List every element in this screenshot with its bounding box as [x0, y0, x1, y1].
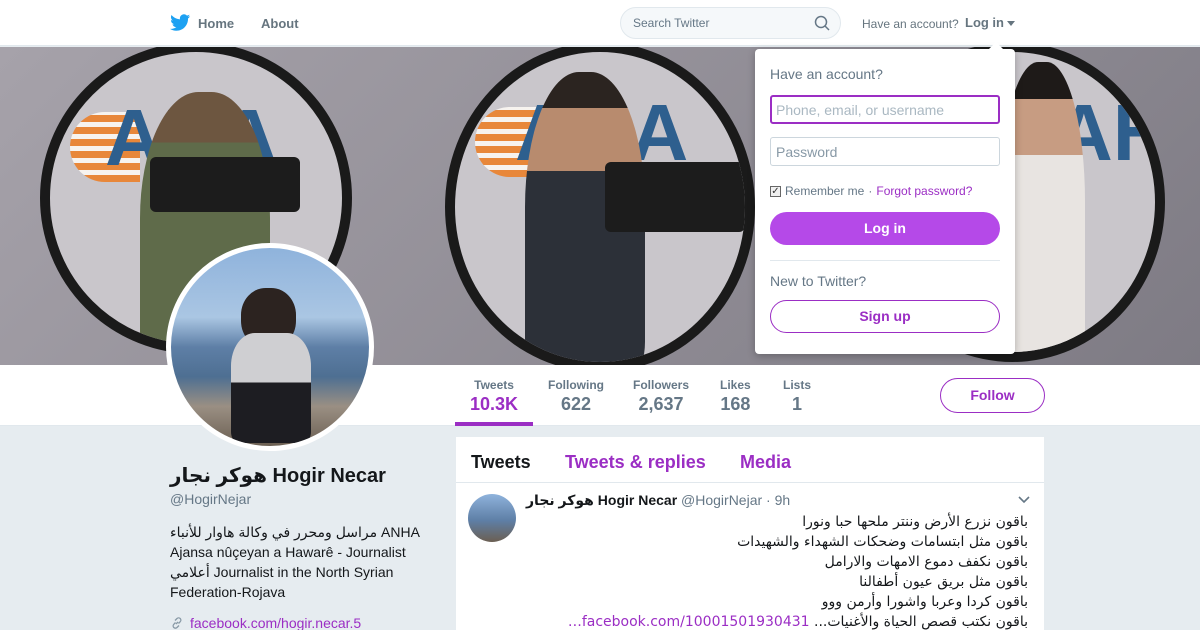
new-to-twitter-text: New to Twitter? — [770, 273, 867, 289]
search-icon[interactable] — [814, 15, 830, 31]
stat-tweets-label: Tweets — [474, 378, 514, 392]
profile-handle: @HogirNejar — [170, 491, 252, 507]
stat-lists-value: 1 — [792, 394, 803, 414]
login-dropdown-toggle[interactable]: Log in — [965, 15, 1015, 30]
have-account-text: Have an account? — [862, 17, 959, 31]
tweet-text-line: باقون مثل ابتسامات وضحكات الشهداء والشهي… — [737, 534, 1028, 550]
profile-name: هوكر نجار Hogir Necar — [170, 465, 386, 487]
timeline-panel: Tweets Tweets & replies Media هوكر نجار … — [456, 437, 1044, 630]
caret-down-icon — [1007, 21, 1015, 26]
tab-media[interactable]: Media — [740, 452, 791, 473]
nav-home-link[interactable]: Home — [170, 14, 234, 32]
login-button[interactable]: Log in — [770, 212, 1000, 245]
nav-home-label: Home — [198, 15, 235, 31]
password-input[interactable]: Password — [770, 137, 1000, 166]
tweet-text-line: باقون نزرع الأرض وننتر ملحها حبا ونورا — [802, 514, 1028, 530]
stat-lists-label: Lists — [783, 378, 812, 392]
login-dropdown: Have an account? Phone, email, or userna… — [755, 42, 1015, 354]
stat-tweets-value: 10.3K — [470, 394, 519, 414]
tweet-text: باقون نزرع الأرض وننتر ملحها حبا ونورا ب… — [526, 512, 1028, 630]
stat-likes-label: Likes — [720, 378, 751, 392]
top-navigation-bar: Home About Search Twitter Have an accoun… — [0, 0, 1200, 46]
stat-followers-label: Followers — [633, 378, 690, 392]
tweet-text-line: باقون كردا وعربا واشورا وأرمن ووو — [821, 594, 1028, 610]
active-stat-underline — [455, 422, 533, 426]
stat-tweets[interactable]: Tweets 10.3K — [470, 378, 518, 415]
tweet-link[interactable]: facebook.com/10001501930431… — [568, 614, 810, 630]
remember-me-label[interactable]: Remember me — [785, 184, 864, 198]
search-placeholder: Search Twitter — [633, 16, 710, 30]
timeline-tabs: Tweets Tweets & replies Media — [456, 437, 1044, 483]
banner-portrait-center: AHA — [445, 47, 755, 365]
video-camera-left — [150, 157, 300, 212]
tweet-text-line-last: باقون نكتب قصص الحياة والأغنيات... faceb… — [526, 612, 1028, 630]
stat-followers[interactable]: Followers 2,637 — [633, 378, 689, 415]
tweet-text-line: باقون نكفف دموع الامهات والارامل — [824, 554, 1028, 570]
tweet-author-name[interactable]: هوكر نجار Hogir Necar — [526, 492, 677, 508]
follow-button[interactable]: Follow — [940, 378, 1045, 413]
username-input[interactable]: Phone, email, or username — [770, 95, 1000, 124]
profile-avatar[interactable] — [166, 243, 374, 451]
profile-website-url: facebook.com/hogir.necar.5 — [190, 615, 362, 630]
tweet-text-line: باقون نكتب قصص الحياة والأغنيات... — [814, 614, 1028, 630]
tab-tweets-and-replies[interactable]: Tweets & replies — [565, 452, 706, 473]
search-input[interactable]: Search Twitter — [620, 7, 841, 39]
tweet-author-avatar[interactable] — [468, 494, 516, 542]
remember-me-row: ✓ Remember me · Forgot password? — [770, 184, 972, 198]
profile-website-link[interactable]: facebook.com/hogir.necar.5 — [170, 615, 361, 630]
dropdown-divider — [770, 260, 1000, 261]
twitter-bird-icon — [170, 14, 191, 31]
password-placeholder: Password — [776, 144, 838, 160]
tweet-header: هوكر نجار Hogir Necar @HogirNejar · 9h — [526, 492, 790, 509]
video-camera-center — [605, 162, 745, 232]
tweet-text-line: باقون مثل بريق عيون أطفالنا — [859, 574, 1028, 590]
forgot-password-link[interactable]: Forgot password? — [876, 184, 972, 198]
avatar-person-body — [231, 333, 311, 443]
login-dropdown-title: Have an account? — [770, 66, 883, 82]
stat-following-label: Following — [548, 378, 604, 392]
tab-tweets[interactable]: Tweets — [471, 452, 531, 473]
profile-bio: مراسل ومحرر في وكالة هاوار للأنباء ANHA … — [170, 524, 420, 600]
tweet-timestamp[interactable]: · 9h — [766, 492, 790, 508]
nav-about-link[interactable]: About — [261, 16, 299, 31]
stat-following-value: 622 — [560, 394, 592, 414]
stat-followers-value: 2,637 — [638, 394, 684, 414]
tweet-options-chevron-icon[interactable] — [1017, 493, 1031, 507]
stat-following[interactable]: Following 622 — [548, 378, 604, 415]
stat-likes-value: 168 — [720, 394, 751, 414]
username-placeholder: Phone, email, or username — [776, 102, 945, 118]
link-icon — [172, 617, 182, 629]
tweet-author-handle[interactable]: @HogirNejar — [681, 492, 762, 508]
login-link-label: Log in — [965, 15, 1004, 30]
remember-separator: · — [868, 184, 873, 198]
signup-button[interactable]: Sign up — [770, 300, 1000, 333]
stat-lists[interactable]: Lists 1 — [783, 378, 811, 415]
remember-me-checkbox[interactable]: ✓ — [770, 185, 781, 197]
stat-likes[interactable]: Likes 168 — [720, 378, 751, 415]
